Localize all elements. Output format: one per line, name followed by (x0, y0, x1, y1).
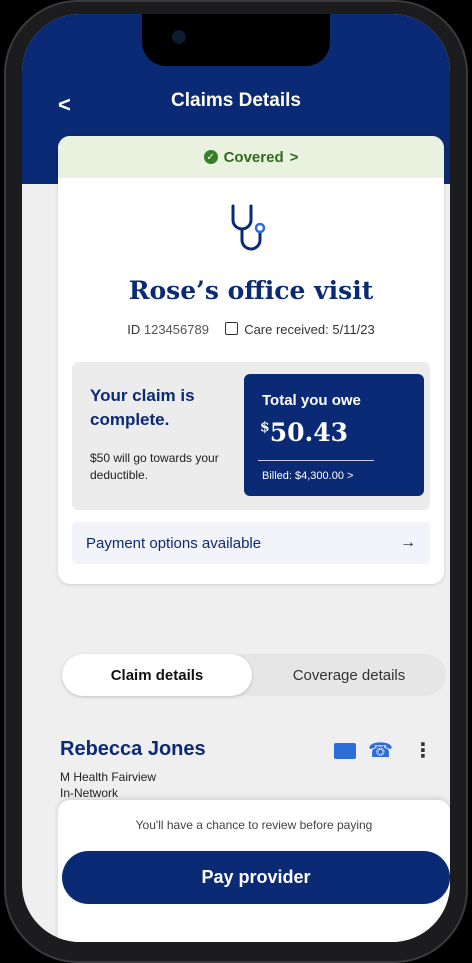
pay-provider-button[interactable]: Pay provider (62, 851, 450, 904)
billed-link[interactable]: Billed: $4,300.00 > (262, 470, 353, 482)
provider-name: Rebecca Jones (60, 738, 206, 760)
covered-status-banner[interactable]: ✓ Covered > (58, 136, 444, 178)
review-note: You'll have a chance to review before pa… (135, 818, 373, 832)
chevron-right-icon: > (289, 148, 299, 166)
device-frame: < Claims Details ✓ Covered > Rose’s offi… (4, 0, 468, 963)
stethoscope-icon (231, 204, 266, 251)
payment-options-label: Payment options available (86, 534, 262, 552)
visit-title: Rose’s office visit (128, 276, 374, 305)
deductible-note: $50 will go towards your deductible. (90, 451, 219, 482)
bottom-sheet: You'll have a chance to review before pa… (58, 800, 450, 942)
id-value: 123456789 (143, 322, 209, 337)
tab-coverage-details[interactable]: Coverage details (252, 654, 446, 696)
more-vertical-icon[interactable]: ⋮ (413, 738, 433, 763)
details-tabs: Claim details Coverage details (62, 654, 446, 696)
arrow-right-icon: → (400, 534, 416, 551)
payment-options-link[interactable]: Payment options available → (72, 522, 430, 564)
owe-label: Total you owe (262, 392, 361, 409)
tab-claim-details[interactable]: Claim details (62, 654, 252, 696)
camera-icon (172, 30, 186, 44)
app-screen: < Claims Details ✓ Covered > Rose’s offi… (22, 14, 450, 942)
care-received: Care received: 5/11/23 (244, 322, 375, 337)
claim-card: ✓ Covered > Rose’s office visit ID 12345… (58, 136, 444, 584)
claim-meta: ID 123456789 Care received: 5/11/23 (58, 322, 444, 337)
owe-value: 50.43 (269, 418, 349, 447)
check-circle-icon: ✓ (203, 150, 218, 164)
total-owe-box: Total you owe $50.43 Billed: $4,300.00 > (244, 374, 424, 496)
mail-icon[interactable] (334, 743, 356, 759)
phone-icon[interactable]: ☎ (368, 738, 393, 763)
id-label: ID (127, 322, 141, 337)
page-title: Claims Details (171, 90, 301, 111)
calendar-icon (224, 322, 238, 335)
owe-amount: $50.43 (260, 418, 348, 447)
provider-facility: M Health Fairview (60, 770, 157, 784)
notch (142, 14, 330, 66)
status-label: Covered (223, 148, 284, 166)
claim-status-panel: Your claim is complete. $50 will go towa… (72, 362, 430, 510)
provider-network: In-Network (60, 786, 119, 800)
owe-currency: $ (260, 419, 270, 436)
divider (258, 460, 374, 461)
complete-heading: Your claim is complete. (90, 386, 195, 429)
